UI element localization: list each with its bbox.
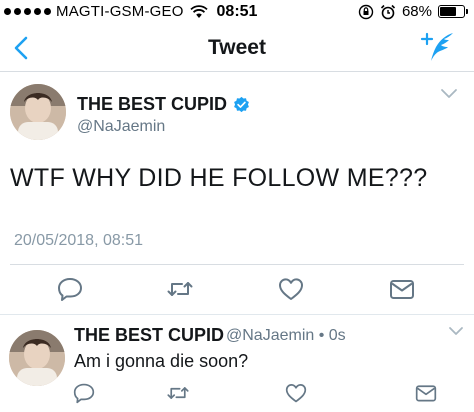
page-title: Tweet	[208, 36, 266, 59]
divider	[0, 314, 474, 315]
battery-fill	[440, 7, 456, 16]
battery-icon	[438, 5, 468, 18]
nav-bar: Tweet	[0, 24, 474, 72]
avatar[interactable]	[10, 84, 66, 140]
reply-avatar[interactable]	[9, 330, 65, 386]
chevron-down-icon[interactable]	[440, 88, 458, 100]
reply-text: Am i gonna die soon?	[74, 351, 249, 371]
main-name-row: THE BEST CUPID	[77, 94, 250, 115]
reply-handle-time[interactable]: @NaJaemin • 0s	[226, 327, 346, 345]
avatar-photo	[10, 84, 66, 140]
retweet-icon[interactable]	[166, 276, 194, 302]
heart-icon[interactable]	[284, 382, 308, 404]
chevron-down-icon[interactable]	[448, 326, 464, 336]
reply-display-name[interactable]: THE BEST CUPID	[74, 325, 224, 346]
orientation-lock-icon	[358, 4, 374, 19]
status-right: 68%	[358, 3, 468, 20]
display-name[interactable]: THE BEST CUPID	[77, 94, 227, 115]
status-bar: MAGTI-GSM-GEO 08:51 68%	[0, 0, 474, 24]
alarm-icon	[380, 4, 396, 19]
envelope-icon[interactable]	[414, 382, 438, 404]
avatar-photo	[9, 330, 65, 386]
reply-actions	[0, 382, 474, 408]
retweet-icon[interactable]	[166, 382, 190, 404]
tweet-timestamp: 20/05/2018, 08:51	[14, 232, 144, 249]
battery-percent: 68%	[401, 3, 432, 20]
tweet-text: WTF WHY DID HE FOLLOW ME???	[10, 164, 428, 192]
user-handle[interactable]: @NaJaemin	[77, 118, 165, 136]
reply-icon[interactable]	[56, 276, 84, 302]
tweet-actions	[0, 276, 474, 304]
compose-tweet-icon[interactable]	[420, 30, 456, 64]
divider	[10, 264, 464, 265]
heart-icon[interactable]	[277, 276, 305, 302]
verified-badge-icon	[234, 96, 249, 113]
reply-icon[interactable]	[72, 382, 96, 404]
envelope-icon[interactable]	[388, 276, 416, 302]
